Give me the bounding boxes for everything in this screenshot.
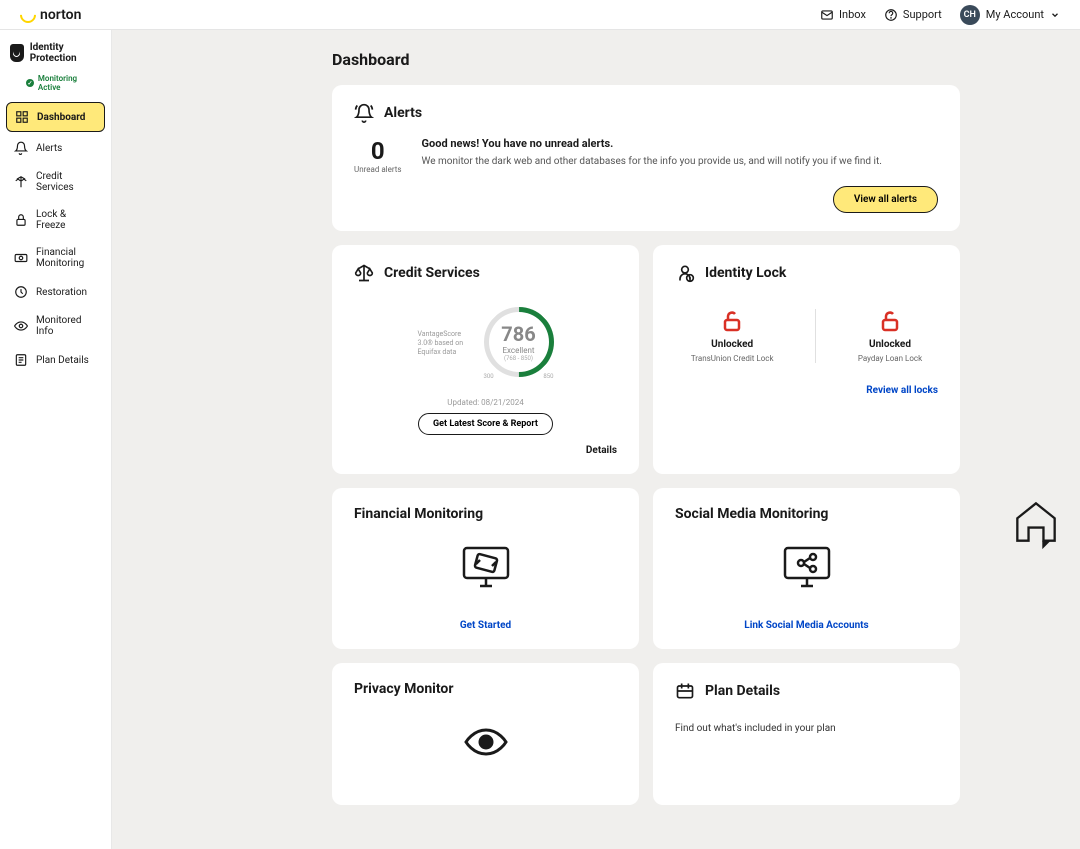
brand-name: norton [40, 7, 81, 23]
sidebar-item-label: Alerts [36, 143, 62, 154]
credit-gauge: 786 Excellent (768 - 850) [484, 307, 554, 377]
identity-lock-title: Identity Lock [705, 265, 786, 281]
sidebar-item-monitored[interactable]: Monitored Info [6, 308, 105, 344]
privacy-title: Privacy Monitor [354, 681, 617, 697]
lock-item-transunion: Unlocked TransUnion Credit Lock [691, 309, 774, 363]
lock-name: TransUnion Credit Lock [691, 354, 774, 363]
lock-icon [14, 213, 28, 227]
lock-status: Unlocked [858, 339, 922, 350]
credit-card: Credit Services VantageScore 3.0® based … [332, 245, 639, 474]
lock-item-payday: Unlocked Payday Loan Lock [858, 309, 922, 363]
sidebar-item-label: Monitored Info [36, 315, 97, 337]
alerts-card: Alerts 0 Unread alerts Good news! You ha… [332, 85, 960, 231]
account-label: My Account [986, 8, 1044, 21]
sidebar-item-label: Lock & Freeze [36, 209, 97, 231]
credit-updated: Updated: 08/21/2024 [354, 398, 617, 407]
identity-lock-icon [675, 263, 695, 283]
main-content: Dashboard Alerts 0 Unread alerts Good ne… [112, 30, 1080, 849]
chevron-down-icon [1050, 10, 1060, 20]
help-icon [884, 8, 898, 22]
lock-name: Payday Loan Lock [858, 354, 922, 363]
privacy-card: Privacy Monitor [332, 663, 639, 805]
sidebar-item-label: Credit Services [36, 171, 97, 193]
alerts-card-icon [354, 103, 374, 123]
sidebar-item-lock[interactable]: Lock & Freeze [6, 202, 105, 238]
avatar: CH [960, 5, 980, 25]
plan-title: Plan Details [705, 683, 780, 699]
social-card: Social Media Monitoring Link Social Medi… [653, 488, 960, 649]
credit-card-icon [354, 263, 374, 283]
sidebar-item-label: Dashboard [37, 112, 85, 123]
sidebar-item-plan[interactable]: Plan Details [6, 346, 105, 374]
monitoring-label: Monitoring Active [38, 74, 101, 92]
plan-description: Find out what's included in your plan [675, 715, 938, 742]
financial-card: Financial Monitoring Get Started [332, 488, 639, 649]
review-locks-link[interactable]: Review all locks [675, 385, 938, 396]
plan-icon [14, 353, 28, 367]
unlock-icon [878, 309, 902, 333]
social-link-accounts-link[interactable]: Link Social Media Accounts [675, 620, 938, 631]
sidebar-header: Identity Protection [6, 42, 105, 72]
sidebar-item-credit[interactable]: Credit Services [6, 164, 105, 200]
money-icon [14, 251, 28, 265]
shield-icon [10, 44, 24, 62]
sidebar-item-label: Plan Details [36, 355, 89, 366]
get-score-button[interactable]: Get Latest Score & Report [418, 413, 553, 435]
unlock-icon [720, 309, 744, 333]
financial-monitor-icon [456, 542, 516, 592]
sidebar-item-dashboard[interactable]: Dashboard [6, 102, 105, 132]
credit-note: VantageScore 3.0® based on Equifax data [418, 330, 468, 357]
credit-title: Credit Services [384, 265, 480, 281]
alerts-count-label: Unread alerts [354, 165, 402, 174]
inbox-link[interactable]: Inbox [820, 8, 866, 22]
inbox-label: Inbox [839, 8, 866, 21]
top-bar: norton Inbox Support CH My Account [0, 0, 1080, 30]
page-title: Dashboard [332, 50, 960, 69]
scale-icon [14, 175, 28, 189]
alerts-headline: Good news! You have no unread alerts. [422, 137, 938, 150]
support-link[interactable]: Support [884, 8, 942, 22]
social-title: Social Media Monitoring [675, 506, 938, 522]
top-actions: Inbox Support CH My Account [820, 5, 1060, 25]
norton-logo-icon [17, 3, 40, 26]
restore-icon [14, 285, 28, 299]
privacy-monitor-icon [456, 717, 516, 767]
sidebar-item-restoration[interactable]: Restoration [6, 278, 105, 306]
financial-title: Financial Monitoring [354, 506, 617, 522]
sidebar-item-label: Financial Monitoring [36, 247, 97, 269]
credit-details-link[interactable]: Details [354, 445, 617, 456]
sidebar-item-financial[interactable]: Financial Monitoring [6, 240, 105, 276]
inbox-icon [820, 8, 834, 22]
financial-get-started-link[interactable]: Get Started [354, 620, 617, 631]
sidebar: Identity Protection Monitoring Active Da… [0, 30, 112, 849]
dashboard-icon [15, 110, 29, 124]
account-menu[interactable]: CH My Account [960, 5, 1060, 25]
lock-status: Unlocked [691, 339, 774, 350]
sidebar-nav: Dashboard Alerts Credit Services Lock & … [6, 102, 105, 374]
plan-card-icon [675, 681, 695, 701]
sidebar-title: Identity Protection [30, 42, 101, 64]
brand-logo[interactable]: norton [20, 7, 81, 23]
monitoring-status: Monitoring Active [6, 72, 105, 102]
support-label: Support [903, 8, 942, 21]
alerts-description: We monitor the dark web and other databa… [422, 156, 938, 167]
plan-card: Plan Details Find out what's included in… [653, 663, 960, 805]
eye-icon [14, 319, 28, 333]
view-alerts-button[interactable]: View all alerts [833, 186, 938, 213]
chat-bubble-icon[interactable] [1008, 494, 1064, 550]
alerts-count: 0 Unread alerts [354, 137, 402, 174]
social-monitor-icon [777, 542, 837, 592]
status-dot-icon [26, 79, 34, 87]
sidebar-item-label: Restoration [36, 287, 87, 298]
alerts-title: Alerts [384, 105, 422, 121]
alerts-count-num: 0 [354, 137, 402, 165]
identity-lock-card: Identity Lock Unlocked TransUnion Credit… [653, 245, 960, 474]
alerts-icon [14, 141, 28, 155]
sidebar-item-alerts[interactable]: Alerts [6, 134, 105, 162]
